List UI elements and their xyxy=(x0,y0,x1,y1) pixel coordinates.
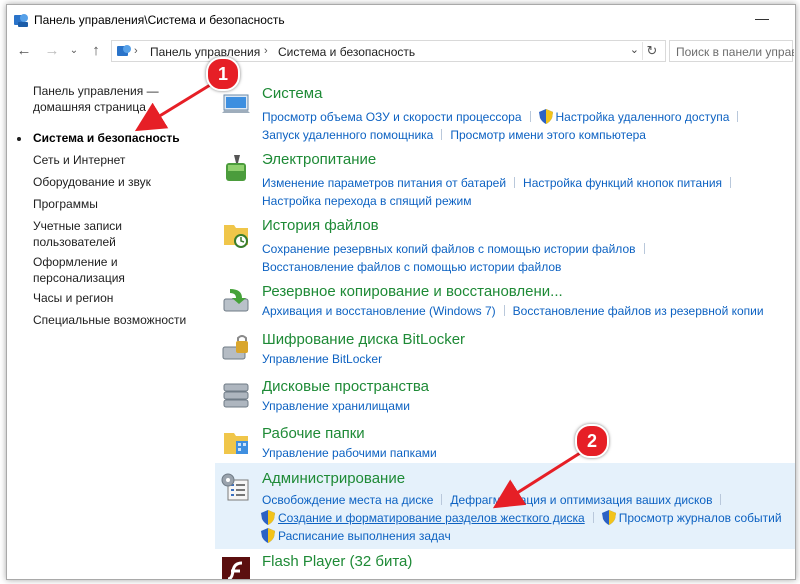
control-panel-icon xyxy=(14,14,28,27)
uac-shield-icon xyxy=(601,510,616,525)
link-file-history-backup[interactable]: Сохранение резервных копий файлов с помо… xyxy=(262,242,636,256)
link-power-buttons[interactable]: Настройка функций кнопок питания xyxy=(523,176,722,190)
link-sleep-settings[interactable]: Настройка перехода в спящий режим xyxy=(262,194,471,208)
admin-tools-icon xyxy=(221,473,249,501)
work-folders-icon xyxy=(224,433,248,454)
category-title[interactable]: История файлов xyxy=(262,217,379,234)
window-title: Панель управления\Система и безопасность xyxy=(34,13,285,27)
category-title[interactable]: Администрирование xyxy=(262,470,405,487)
category-title[interactable]: Электропитание xyxy=(262,151,376,168)
file-history-icon xyxy=(224,225,248,248)
nav-item-system-security[interactable]: Система и безопасность xyxy=(33,130,203,146)
control-panel-icon xyxy=(117,45,131,56)
link-view-ram-cpu[interactable]: Просмотр объема ОЗУ и скорости процессор… xyxy=(262,110,522,124)
category-title[interactable]: Резервное копирование и восстановлени... xyxy=(262,283,563,300)
breadcrumb-system-security[interactable]: Система и безопасность xyxy=(278,45,415,59)
link-create-format-partitions[interactable]: Создание и форматирование разделов жестк… xyxy=(278,511,585,525)
link-event-viewer[interactable]: Просмотр журналов событий xyxy=(619,511,782,525)
category-title[interactable]: Рабочие папки xyxy=(262,425,365,442)
link-battery-settings[interactable]: Изменение параметров питания от батарей xyxy=(262,176,506,190)
nav-item-hardware[interactable]: Оборудование и звук xyxy=(33,174,203,190)
link-restore-from-backup[interactable]: Восстановление файлов из резервной копии xyxy=(513,304,764,318)
link-manage-bitlocker[interactable]: Управление BitLocker xyxy=(262,352,382,366)
uac-shield-icon xyxy=(261,528,275,543)
storage-spaces-icon xyxy=(223,383,249,408)
link-remote-access[interactable]: Настройка удаленного доступа xyxy=(556,110,730,124)
link-remote-assistance[interactable]: Запуск удаленного помощника xyxy=(262,128,433,142)
back-arrow-icon[interactable]: ← xyxy=(15,42,33,60)
minimize-button[interactable] xyxy=(749,9,775,31)
breadcrumb-separator: › xyxy=(264,45,268,57)
uac-shield-icon xyxy=(538,109,553,124)
address-bar[interactable]: › Панель управления › Система и безопасн… xyxy=(111,40,666,62)
link-backup-restore-win7[interactable]: Архивация и восстановление (Windows 7) xyxy=(262,304,496,318)
category-title[interactable]: Шифрование диска BitLocker xyxy=(262,331,465,348)
active-bullet xyxy=(17,137,21,141)
category-title[interactable]: Flash Player (32 бита) xyxy=(262,553,412,570)
nav-item-appearance[interactable]: Оформление и персонализация xyxy=(33,254,153,286)
category-title[interactable]: Дисковые пространства xyxy=(262,378,429,395)
system-icon xyxy=(222,94,250,113)
backup-icon xyxy=(223,289,249,312)
link-manage-storage[interactable]: Управление хранилищами xyxy=(262,399,410,413)
link-computer-name[interactable]: Просмотр имени этого компьютера xyxy=(450,128,646,142)
address-row: ← → ⌄ ↑ › Панель управления › Система и … xyxy=(7,37,795,65)
bitlocker-icon xyxy=(222,335,248,360)
refresh-icon[interactable]: ↻ xyxy=(642,42,661,60)
link-disk-cleanup[interactable]: Освобождение места на диске xyxy=(262,493,433,507)
breadcrumb-control-panel[interactable]: Панель управления xyxy=(150,45,260,59)
category-title[interactable]: Система xyxy=(262,85,322,102)
uac-shield-icon xyxy=(261,510,275,525)
link-task-scheduler[interactable]: Расписание выполнения задач xyxy=(278,529,451,543)
search-input[interactable]: Поиск в панели управ xyxy=(669,40,794,62)
search-placeholder: Поиск в панели управ xyxy=(676,45,794,59)
nav-item-programs[interactable]: Программы xyxy=(33,196,203,212)
link-defragment[interactable]: Дефрагментация и оптимизация ваших диско… xyxy=(450,493,712,507)
link-manage-work-folders[interactable]: Управление рабочими папками xyxy=(262,446,437,460)
callout-badge-2: 2 xyxy=(575,424,609,458)
forward-arrow-icon[interactable]: → xyxy=(43,42,61,60)
control-panel-window: Панель управления\Система и безопасность… xyxy=(6,4,796,580)
nav-item-home[interactable]: Панель управления — домашняя страница xyxy=(33,83,203,115)
nav-item-network[interactable]: Сеть и Интернет xyxy=(33,152,203,168)
address-dropdown-icon[interactable]: ⌄ xyxy=(630,43,639,56)
link-file-history-restore[interactable]: Восстановление файлов с помощью истории … xyxy=(262,260,561,274)
up-arrow-icon[interactable]: ↑ xyxy=(87,42,105,60)
power-icon xyxy=(226,155,246,181)
title-bar: Панель управления\Система и безопасность xyxy=(7,5,795,35)
recent-dropdown-icon[interactable]: ⌄ xyxy=(65,42,83,60)
callout-badge-1: 1 xyxy=(206,57,240,91)
breadcrumb-separator: › xyxy=(134,45,138,57)
flash-icon xyxy=(222,557,250,579)
nav-item-user-accounts[interactable]: Учетные записи пользователей xyxy=(33,218,143,250)
nav-item-clock-region[interactable]: Часы и регион xyxy=(33,290,203,306)
category-list: Система Просмотр объема ОЗУ и скорости п… xyxy=(215,65,795,579)
nav-item-accessibility[interactable]: Специальные возможности xyxy=(33,312,203,328)
